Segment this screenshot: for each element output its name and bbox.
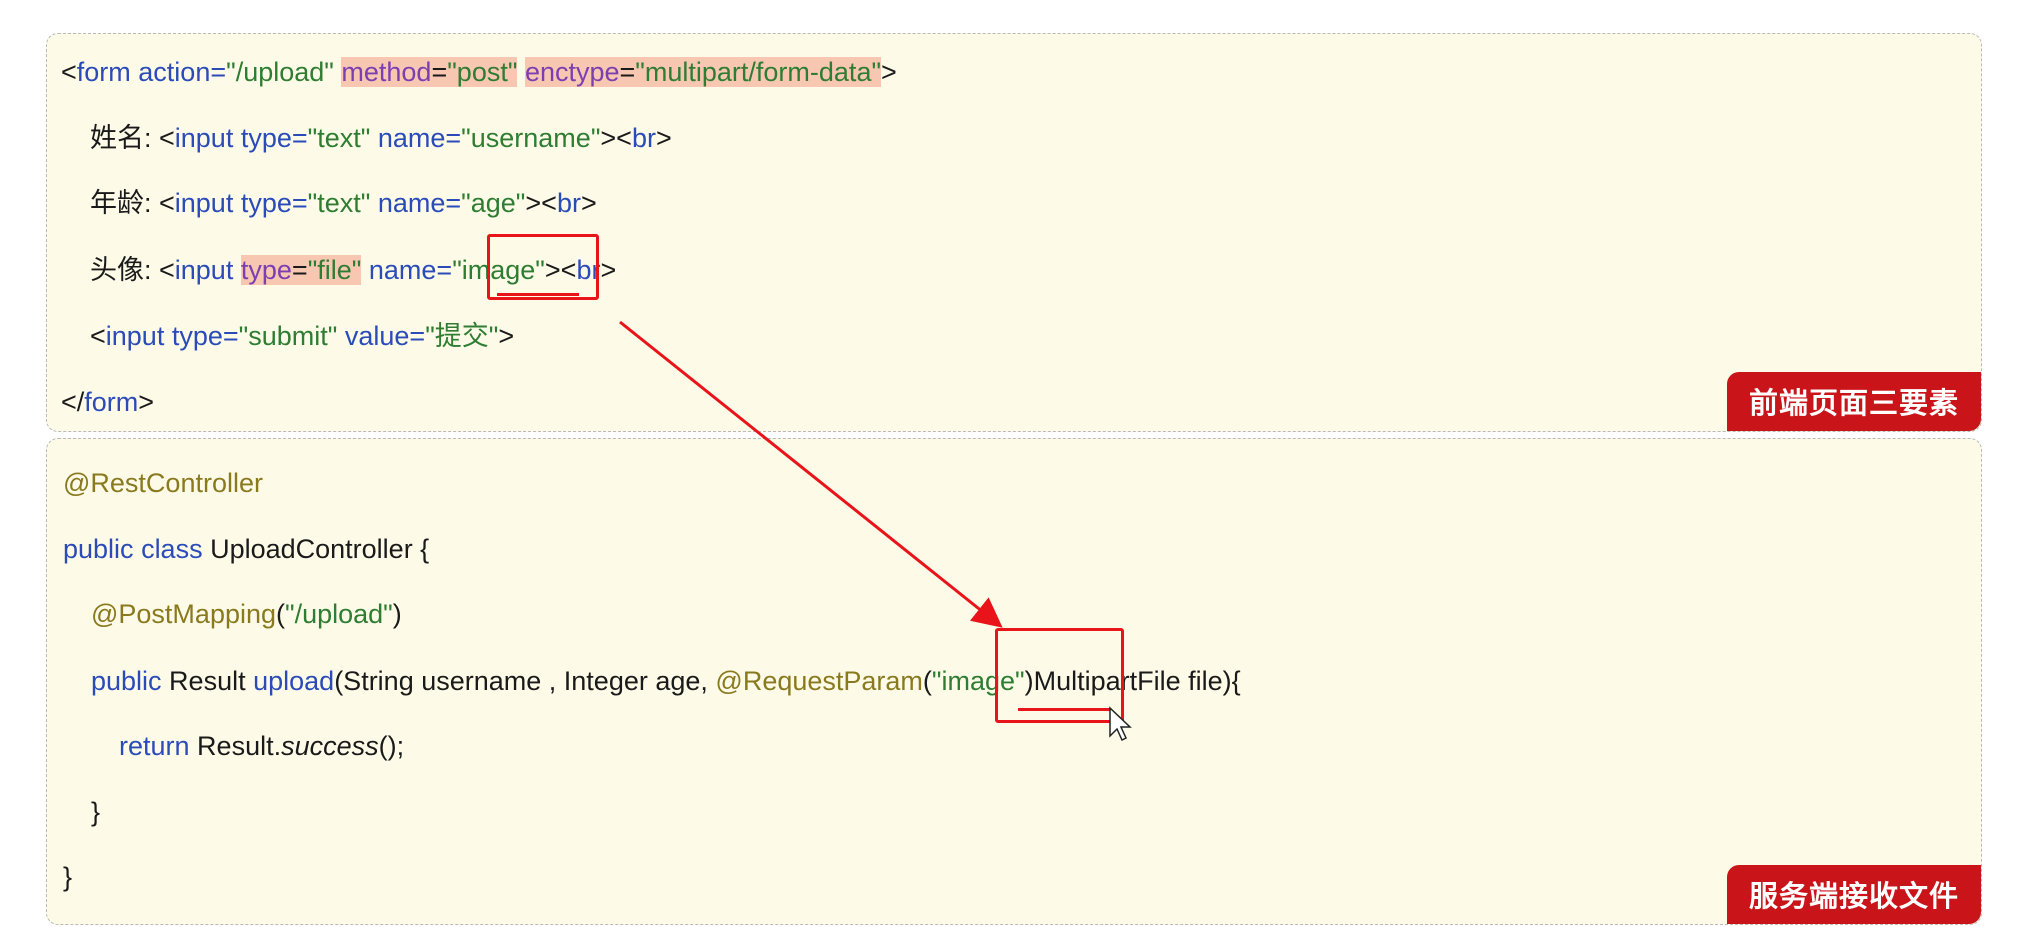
token: upload [253, 666, 335, 696]
code-line-submit: <input type="submit" value="提交"> [90, 318, 514, 354]
token: method [341, 57, 432, 87]
token: < [61, 57, 77, 87]
token: = [431, 57, 448, 87]
enctype-highlight: enctype="multipart/form-data" [524, 57, 882, 87]
code-line-restcontroller: @RestController [63, 465, 263, 501]
token: input [174, 123, 234, 153]
token: (String username , Integer age, [334, 666, 716, 696]
token: } [91, 797, 101, 827]
token: >< [600, 123, 632, 153]
token: "text" [307, 123, 371, 153]
frontend-badge: 前端页面三要素 [1726, 372, 1981, 431]
token: name= [370, 188, 462, 218]
token: ) [392, 599, 402, 629]
token: public [91, 666, 162, 696]
token: success [281, 731, 379, 761]
token: > [655, 123, 672, 153]
token: br [631, 123, 656, 153]
token: > [600, 255, 617, 285]
code-line-username: 姓名: <input type="text" name="username"><… [90, 120, 672, 156]
token: 姓名: < [90, 123, 175, 153]
type-file-highlight: type="file" [240, 255, 362, 285]
token: return [119, 731, 190, 761]
token: "/upload" [226, 57, 334, 87]
code-line-class-close: } [63, 859, 72, 895]
token: > [498, 321, 515, 351]
token: @RestController [63, 468, 263, 498]
code-line-method-close: } [91, 794, 100, 830]
code-line-form-open: <form action="/upload" method="post" enc… [61, 54, 897, 90]
token: 年龄: < [90, 188, 175, 218]
token: name= [361, 255, 453, 285]
token: type= [233, 123, 308, 153]
requestparam-image-underline [1018, 708, 1110, 711]
code-line-form-close: </form> [61, 384, 154, 420]
token: = [619, 57, 636, 87]
token: form [76, 57, 131, 87]
token: enctype [524, 57, 620, 87]
token: > [580, 188, 597, 218]
token: ( [276, 599, 286, 629]
token: = [291, 255, 308, 285]
token: "submit" [238, 321, 338, 351]
image-name-highlight-box [487, 234, 599, 300]
code-line-age: 年龄: <input type="text" name="age"><br> [90, 185, 597, 221]
token: ( [922, 666, 932, 696]
token: > [881, 57, 897, 87]
token: 头像: < [90, 255, 175, 285]
token: } [63, 862, 73, 892]
image-name-underline [497, 293, 579, 296]
token: UploadController { [202, 534, 430, 564]
token: input [105, 321, 165, 351]
token: < [90, 321, 106, 351]
token: "提交" [425, 321, 499, 351]
token: public [63, 534, 134, 564]
method-highlight: method="post" [341, 57, 518, 87]
token: "text" [307, 188, 371, 218]
token: "username" [461, 123, 601, 153]
token: (); [378, 731, 405, 761]
token: class [141, 534, 203, 564]
token: Result. [189, 731, 282, 761]
token: >< [525, 188, 557, 218]
token: value= [337, 321, 426, 351]
token: </ [61, 387, 85, 417]
token: > [138, 387, 155, 417]
token: "/upload" [285, 599, 393, 629]
token: Result [161, 666, 254, 696]
token: "multipart/form-data" [635, 57, 882, 87]
code-line-postmapping: @PostMapping("/upload") [91, 596, 402, 632]
token: input [174, 255, 234, 285]
token: @PostMapping [91, 599, 277, 629]
token: "age" [461, 188, 526, 218]
token: br [556, 188, 581, 218]
token: "post" [447, 57, 518, 87]
code-line-return: return Result.success(); [119, 728, 404, 764]
code-line-class-decl: public class UploadController { [63, 531, 429, 567]
token: type [240, 255, 292, 285]
token: type= [233, 188, 308, 218]
token: form [84, 387, 139, 417]
token: type= [164, 321, 239, 351]
token: input [174, 188, 234, 218]
frontend-code-panel: <form action="/upload" method="post" enc… [46, 33, 1982, 432]
token: action= [130, 57, 227, 87]
backend-badge: 服务端接收文件 [1726, 865, 1981, 924]
token: name= [370, 123, 462, 153]
token: "file" [307, 255, 362, 285]
token: @RequestParam [715, 666, 923, 696]
